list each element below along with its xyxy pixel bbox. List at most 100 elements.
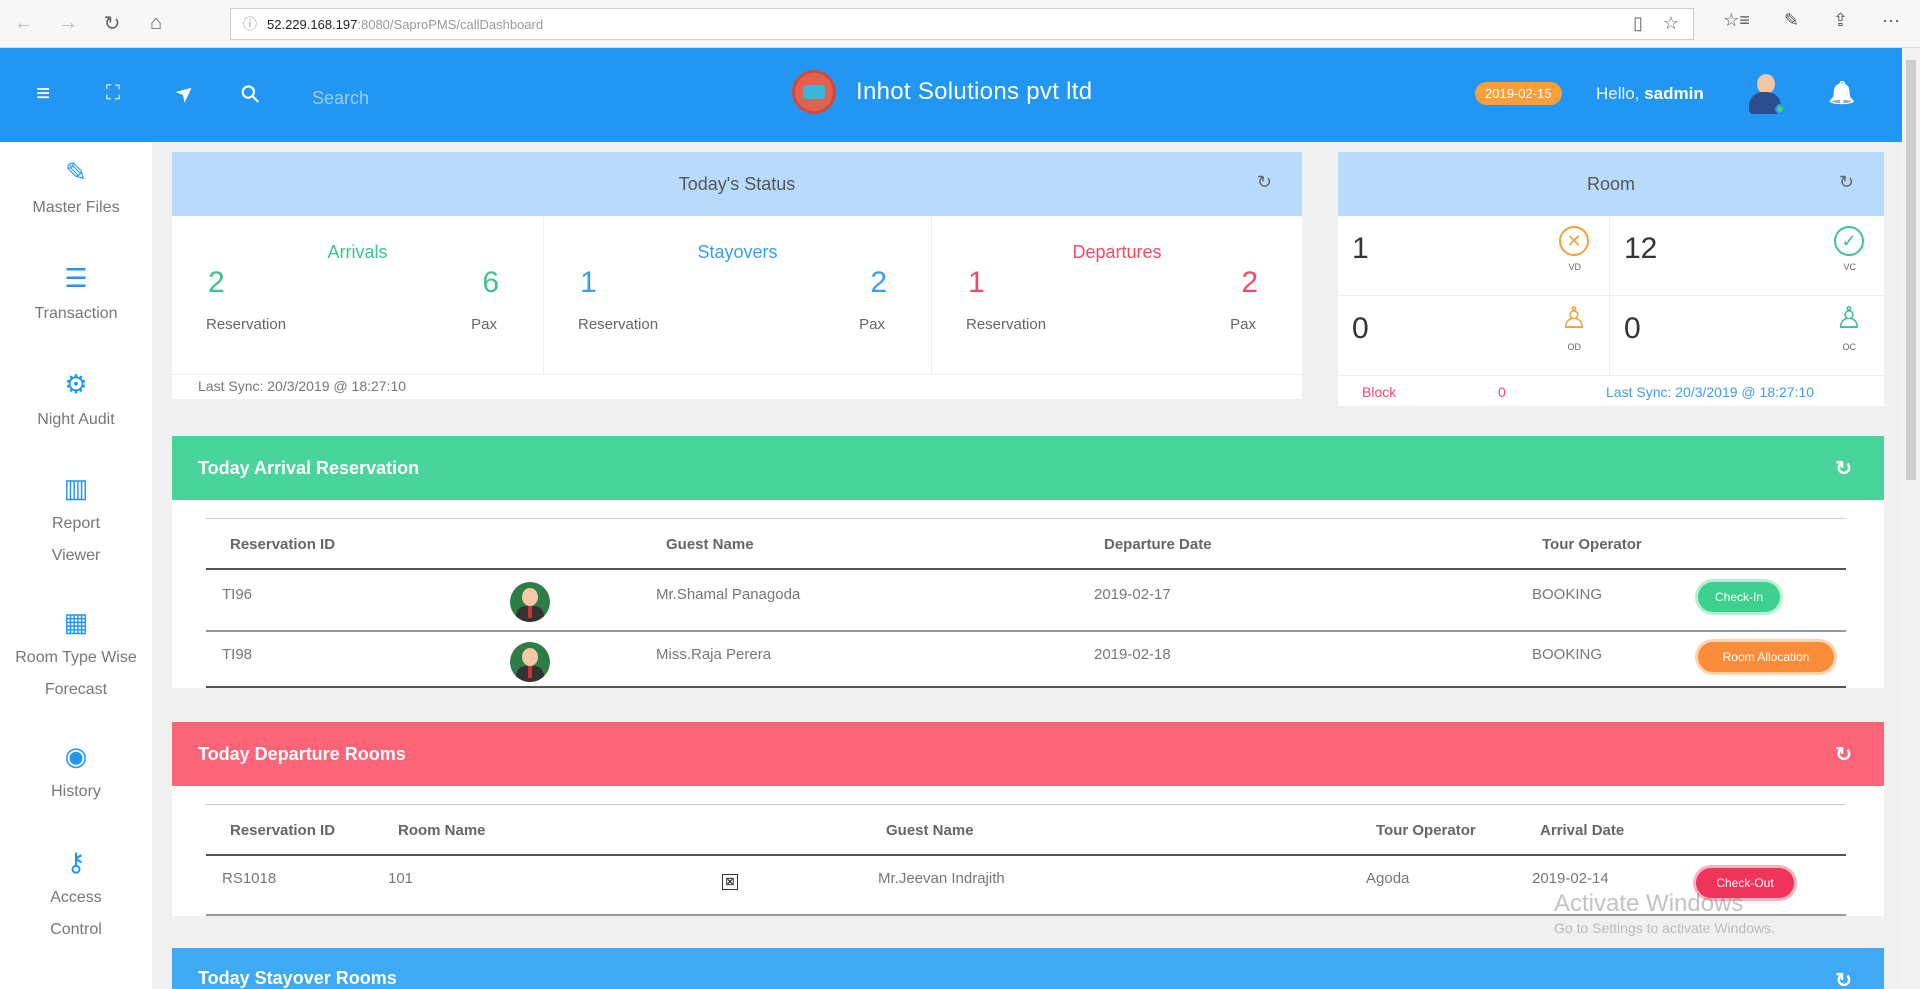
occupied-dirty-user-icon: ♙ [1560, 302, 1588, 335]
check-in-button[interactable]: Check-In [1698, 582, 1780, 612]
favorite-star-icon[interactable]: ☆ [1663, 13, 1679, 34]
refresh-icon[interactable]: ↻ [1835, 968, 1852, 989]
room-status-label: VD [1568, 262, 1581, 272]
stayovers-stat: Stayovers 1 2 Reservation Pax [544, 216, 932, 374]
sidebar-item-transaction[interactable]: ☰ Transaction [0, 258, 152, 330]
refresh-icon[interactable]: ↻ [1835, 456, 1852, 481]
stat-title: Departures [1072, 242, 1162, 262]
tour-operator: BOOKING [1532, 646, 1603, 663]
refresh-icon[interactable]: ↻ [1257, 172, 1272, 193]
sidebar-item-report-viewer[interactable]: ▥ Report Viewer [0, 468, 152, 572]
panel-title: Room [1586, 173, 1635, 194]
section-title: Today Arrival Reservation [198, 457, 420, 478]
room-status-label: OC [1842, 342, 1857, 352]
forward-arrow-icon[interactable]: → [48, 12, 88, 35]
section-title: Today Departure Rooms [198, 743, 406, 764]
departure-rooms-panel: Today Departure Rooms ↻ Reservation ID R… [172, 722, 1884, 916]
stat-reservation-label: Reservation [206, 316, 287, 333]
sidebar-item-label: Night Audit [37, 411, 115, 428]
menu-hamburger-icon[interactable]: ≡ [36, 80, 50, 108]
column-header[interactable]: Reservation ID [230, 822, 335, 839]
column-header[interactable]: Departure Date [1104, 536, 1212, 553]
sidebar-item-label: History [51, 783, 101, 800]
greeting-prefix: Hello, [1596, 84, 1640, 103]
block-label: Block [1362, 384, 1397, 400]
tour-operator: BOOKING [1532, 586, 1603, 603]
back-arrow-icon[interactable]: ← [4, 12, 44, 35]
app-header: ≡ ⛶ ➤ ⚲ Inhot Solutions pvt ltd 2019-02-… [0, 48, 1920, 142]
server-icon: ☰ [64, 263, 88, 293]
stat-pax-label: Pax [471, 316, 497, 333]
sidebar-item-access-control[interactable]: ⚷ Access Control [0, 842, 152, 946]
column-header[interactable]: Guest Name [886, 822, 974, 839]
refresh-icon[interactable]: ↻ [92, 11, 132, 36]
company-name: Inhot Solutions pvt ltd [856, 78, 1093, 105]
sidebar-item-night-audit[interactable]: ⚙ Night Audit [0, 364, 152, 436]
stat-title: Stayovers [697, 242, 778, 262]
search-icon[interactable]: ⚲ [234, 78, 267, 111]
column-header[interactable]: Reservation ID [230, 536, 335, 553]
refresh-icon[interactable]: ↻ [1839, 172, 1854, 193]
reservation-id: RS1018 [222, 870, 277, 887]
room-vc-cell: 12 ✓ VC [1610, 216, 1884, 296]
refresh-icon[interactable]: ↻ [1835, 742, 1852, 767]
room-allocation-button[interactable]: Room Allocation [1698, 642, 1834, 672]
notes-pen-icon[interactable]: ✎ [1784, 10, 1799, 31]
sidebar-item-label: Master Files [32, 199, 120, 216]
bell-icon[interactable]: 🔔 [1828, 80, 1855, 106]
todays-status-header: Today's Status ↻ [172, 152, 1302, 216]
column-header[interactable]: Arrival Date [1540, 822, 1624, 839]
fullscreen-icon[interactable]: ⛶ [106, 82, 120, 105]
watermark-subtitle: Go to Settings to activate Windows. [1554, 920, 1775, 936]
share-icon[interactable]: ⇪ [1833, 10, 1848, 31]
guest-name: Mr.Jeevan Indrajith [878, 870, 1005, 887]
more-icon[interactable]: ··· [1882, 10, 1900, 31]
eye-icon: ◉ [64, 741, 88, 771]
reading-view-icon[interactable]: ▯ [1633, 13, 1643, 34]
brand: Inhot Solutions pvt ltd [792, 70, 1092, 114]
sidebar: ✎ Master Files ☰ Transaction ⚙ Night Aud… [0, 142, 152, 989]
user-avatar[interactable] [1747, 74, 1785, 114]
search-input[interactable] [312, 83, 612, 113]
edit-icon: ✎ [65, 157, 87, 187]
sidebar-item-master-files[interactable]: ✎ Master Files [0, 152, 152, 224]
home-icon[interactable]: ⌂ [136, 12, 176, 35]
reservation-id: TI96 [222, 586, 253, 603]
stat-pax-count: 6 [482, 266, 499, 299]
company-logo-icon [792, 70, 836, 114]
guest-avatar [510, 582, 550, 622]
stat-pax-count: 2 [1241, 266, 1258, 299]
address-bar[interactable]: ⓘ 52.229.168.197:8080/SaproPMS/callDashb… [230, 8, 1694, 40]
column-header[interactable]: Guest Name [666, 536, 754, 553]
url-host: 52.229.168.197 [267, 16, 358, 32]
stat-reservation-label: Reservation [578, 316, 659, 333]
column-header[interactable]: Tour Operator [1542, 536, 1642, 553]
tour-operator: Agoda [1366, 870, 1410, 887]
vacant-dirty-icon: ✕ [1559, 226, 1589, 256]
departure-date: 2019-02-18 [1094, 646, 1171, 663]
arrivals-stat: Arrivals 2 6 Reservation Pax [172, 216, 544, 374]
favorites-bar-icon[interactable]: ☆≡ [1723, 10, 1750, 31]
column-header[interactable]: Room Name [398, 822, 486, 839]
panel-title: Today's Status [678, 173, 796, 194]
vacant-clean-icon: ✓ [1834, 226, 1864, 256]
stat-reservation-count: 1 [580, 266, 597, 299]
sidebar-item-history[interactable]: ◉ History [0, 736, 152, 808]
sidebar-item-label: Transaction [34, 305, 118, 322]
sidebar-item-room-type-forecast[interactable]: ▦ Room Type Wise Forecast [0, 602, 152, 706]
departure-date: 2019-02-17 [1094, 586, 1171, 603]
sidebar-item-label: Room Type Wise Forecast [15, 649, 137, 698]
column-header[interactable]: Tour Operator [1376, 822, 1476, 839]
last-sync-text: Last Sync: 20/3/2019 @ 18:27:10 [1606, 384, 1815, 400]
guest-avatar [510, 642, 550, 682]
bar-chart-icon: ▥ [63, 473, 89, 503]
room-status-label: VC [1843, 262, 1856, 272]
room-count: 1 [1352, 232, 1369, 265]
url-path: :8080/SaproPMS/callDashboard [357, 16, 544, 32]
guest-name: Miss.Raja Perera [656, 646, 772, 663]
scrollbar-thumb[interactable] [1906, 60, 1916, 480]
send-icon[interactable]: ➤ [170, 77, 201, 109]
stat-reservation-count: 2 [208, 266, 225, 299]
room-count: 0 [1624, 312, 1641, 345]
page-scrollbar[interactable] [1902, 48, 1920, 989]
